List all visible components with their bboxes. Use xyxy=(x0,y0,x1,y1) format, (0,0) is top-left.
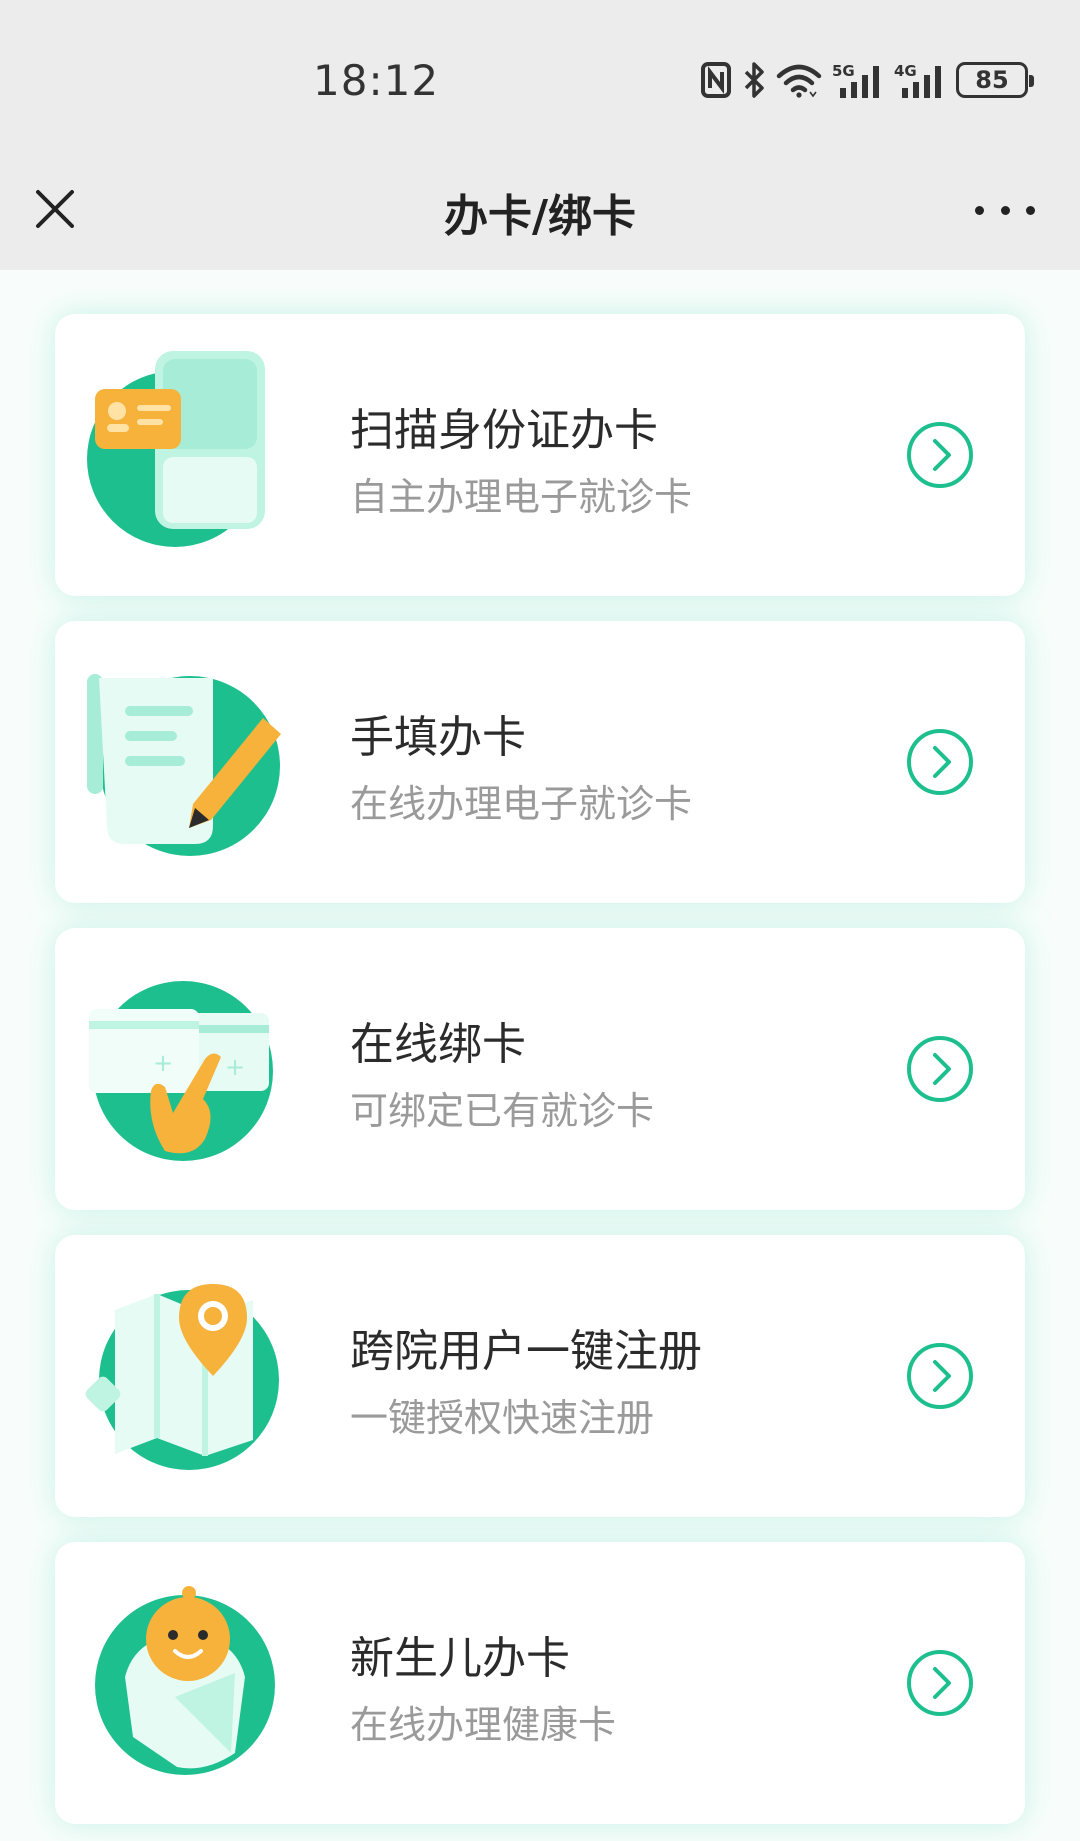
option-subtitle: 自主办理电子就诊卡 xyxy=(350,475,693,519)
options-list: 扫描身份证办卡 自主办理电子就诊卡 手填办卡 在线办理电子就诊卡 + + 在线绑… xyxy=(55,314,1025,1841)
nav-bar: 办卡/绑卡 xyxy=(0,160,1080,270)
network-4g-label: 4G xyxy=(894,62,917,80)
chevron-right-circle-icon[interactable] xyxy=(905,1648,975,1718)
location-map-icon xyxy=(85,1270,295,1480)
option-card-online-bind[interactable]: + + 在线绑卡 可绑定已有就诊卡 xyxy=(55,928,1025,1210)
status-icons: 5G 4G 85 xyxy=(700,58,1034,102)
option-subtitle: 在线办理健康卡 xyxy=(350,1703,617,1747)
battery-icon: 85 xyxy=(956,62,1034,98)
status-time: 18:12 xyxy=(313,56,440,105)
battery-level: 85 xyxy=(975,66,1009,94)
option-card-cross-hospital-register[interactable]: 跨院用户一键注册 一键授权快速注册 xyxy=(55,1235,1025,1517)
svg-text:+: + xyxy=(225,1053,245,1081)
chevron-right-circle-icon[interactable] xyxy=(905,1341,975,1411)
option-title: 跨院用户一键注册 xyxy=(350,1326,702,1377)
option-subtitle: 在线办理电子就诊卡 xyxy=(350,782,693,826)
option-subtitle: 可绑定已有就诊卡 xyxy=(350,1089,655,1133)
4g-signal-icon: 4G xyxy=(894,62,941,98)
chevron-right-circle-icon[interactable] xyxy=(905,420,975,490)
chevron-right-circle-icon[interactable] xyxy=(905,1034,975,1104)
wifi-icon xyxy=(776,64,822,98)
more-button[interactable] xyxy=(975,190,1035,230)
network-5g-label: 5G xyxy=(832,62,855,80)
nfc-icon xyxy=(701,62,731,98)
option-subtitle: 一键授权快速注册 xyxy=(350,1396,655,1440)
option-card-scan-id[interactable]: 扫描身份证办卡 自主办理电子就诊卡 xyxy=(55,314,1025,596)
5g-signal-icon: 5G xyxy=(832,62,879,98)
svg-text:+: + xyxy=(153,1049,173,1077)
card-bind-icon: + + xyxy=(85,963,295,1173)
option-title: 扫描身份证办卡 xyxy=(350,405,658,456)
header-area: 18:12 5G 4G 85 办卡/绑卡 xyxy=(0,0,1080,270)
newborn-icon xyxy=(85,1577,295,1787)
more-icon-dot xyxy=(1000,205,1010,215)
option-title: 新生儿办卡 xyxy=(350,1633,570,1684)
more-icon-dot xyxy=(975,205,984,215)
option-title: 在线绑卡 xyxy=(350,1019,526,1070)
option-title: 手填办卡 xyxy=(350,712,526,763)
form-pencil-icon xyxy=(85,656,295,866)
bluetooth-icon xyxy=(744,62,764,98)
page-title: 办卡/绑卡 xyxy=(443,191,637,242)
chevron-right-circle-icon[interactable] xyxy=(905,727,975,797)
more-icon-dot xyxy=(1026,205,1035,215)
id-card-scan-icon xyxy=(85,349,295,559)
option-card-newborn[interactable]: 新生儿办卡 在线办理健康卡 xyxy=(55,1542,1025,1824)
status-bar: 18:12 5G 4G 85 xyxy=(0,0,1080,160)
option-card-manual-fill[interactable]: 手填办卡 在线办理电子就诊卡 xyxy=(55,621,1025,903)
